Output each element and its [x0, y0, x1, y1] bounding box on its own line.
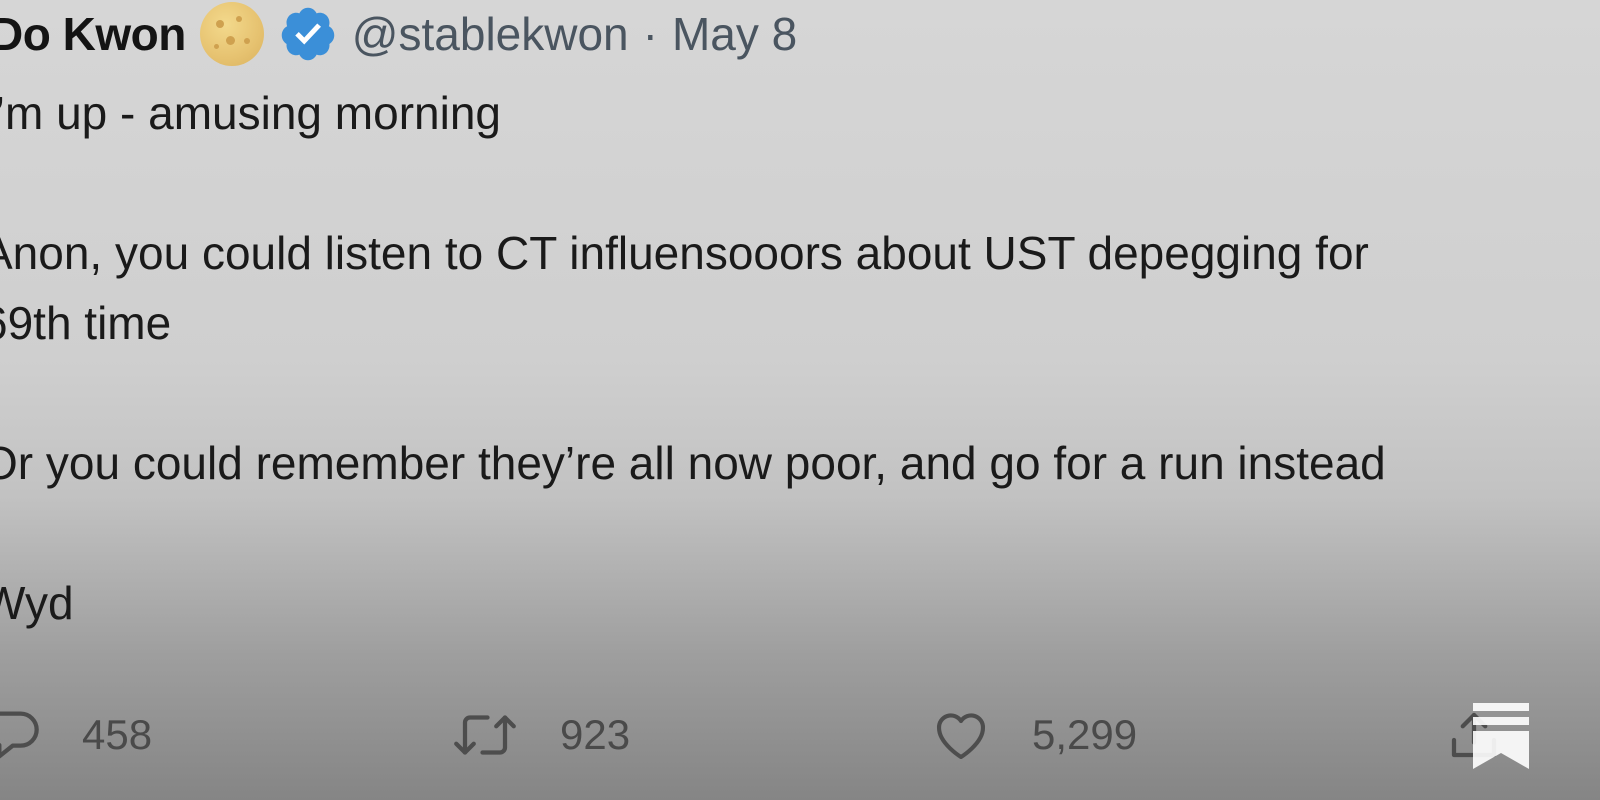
retweet-count: 923: [560, 711, 631, 758]
reply-button[interactable]: 458: [0, 690, 152, 780]
user-handle[interactable]: @stablekwon: [352, 7, 629, 61]
tweet-header: Do Kwon @stablekwon · May 8: [0, 2, 797, 66]
reply-count: 458: [82, 711, 153, 758]
retweet-icon: [454, 715, 516, 755]
tweet-line: [0, 148, 1600, 218]
like-button[interactable]: 5,299: [930, 690, 1137, 780]
tweet-line: [0, 498, 1600, 568]
tweet-line: I’m up - amusing morning: [0, 87, 501, 139]
tweet-line: [0, 358, 1600, 428]
tweet-body: I’m up - amusing morning Anon, you could…: [0, 78, 1600, 638]
tweet-date[interactable]: May 8: [672, 7, 797, 61]
separator-dot: ·: [642, 8, 658, 60]
verified-badge-icon: [278, 4, 338, 64]
tweet-actions: 458 923 5,299: [0, 690, 1600, 780]
bookmark-icon[interactable]: [1473, 703, 1529, 769]
tweet-card: Do Kwon @stablekwon · May 8 I’m up - amu…: [0, 0, 1600, 800]
like-count: 5,299: [1032, 711, 1138, 758]
tweet-line: 69th time: [0, 297, 172, 349]
retweet-button[interactable]: 923: [450, 690, 630, 780]
heart-icon: [936, 713, 986, 760]
reply-icon: [0, 711, 39, 759]
tweet-line: Or you could remember they’re all now po…: [0, 437, 1386, 489]
display-name[interactable]: Do Kwon: [0, 7, 186, 61]
tweet-line: Anon, you could listen to CT influensooo…: [0, 227, 1369, 279]
tweet-line: Wyd: [0, 577, 74, 629]
cookie-emoji-icon: [199, 2, 264, 66]
